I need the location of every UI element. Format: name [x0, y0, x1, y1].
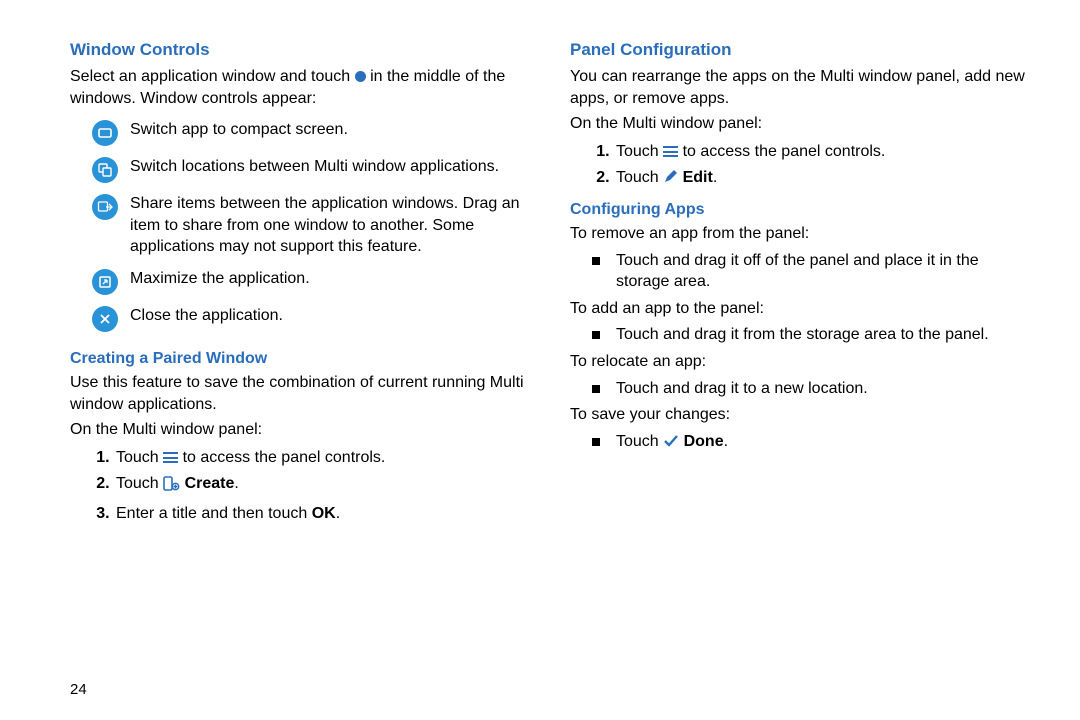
list-item: Maximize the application. [92, 268, 530, 295]
dot-icon [355, 71, 366, 82]
heading-panel-config: Panel Configuration [570, 40, 1030, 60]
list-item: Share items between the application wind… [92, 193, 530, 258]
step-bold: OK [312, 505, 336, 522]
paired-intro: Use this feature to save the combination… [70, 372, 530, 415]
item-text: Maximize the application. [130, 268, 530, 290]
heading-paired-window: Creating a Paired Window [70, 350, 530, 368]
step-text: . [713, 169, 717, 186]
list-item: Touch to access the panel controls. [114, 447, 530, 469]
item-text: Close the application. [130, 305, 530, 327]
step-bold: Edit [683, 169, 713, 186]
remove-lead: To remove an app from the panel: [570, 223, 1030, 245]
window-controls-intro: Select an application window and touch i… [70, 66, 530, 109]
list-item: Enter a title and then touch OK. [114, 503, 530, 525]
save-text: Touch [616, 433, 663, 450]
menu-icon [163, 452, 178, 463]
save-bold: Done [684, 433, 724, 450]
list-item: Touch Create. [114, 473, 530, 498]
check-icon [663, 433, 679, 455]
item-text: Switch locations between Multi window ap… [130, 156, 530, 178]
menu-icon [663, 146, 678, 157]
left-column: Window Controls Select an application wi… [70, 32, 530, 530]
save-lead: To save your changes: [570, 404, 1030, 426]
window-controls-list: Switch app to compact screen. Switch loc… [92, 119, 530, 332]
step-bold: Create [185, 475, 235, 492]
manual-page: Window Controls Select an application wi… [0, 0, 1080, 550]
intro-text-a: Select an application window and touch [70, 68, 355, 85]
config-intro: You can rearrange the apps on the Multi … [570, 66, 1030, 109]
heading-configuring-apps: Configuring Apps [570, 201, 1030, 219]
step-text: to access the panel controls. [678, 143, 885, 160]
list-item: Touch to access the panel controls. [614, 141, 1030, 163]
close-icon [92, 306, 118, 332]
step-text: Touch [616, 169, 663, 186]
relocate-lead: To relocate an app: [570, 351, 1030, 373]
list-item: Touch Done. [614, 431, 1030, 455]
step-text: to access the panel controls. [178, 449, 385, 466]
list-item: Switch locations between Multi window ap… [92, 156, 530, 183]
step-text: Touch [616, 143, 663, 160]
maximize-icon [92, 269, 118, 295]
remove-list: Touch and drag it off of the panel and p… [570, 250, 1030, 293]
pencil-icon [663, 169, 678, 191]
swap-windows-icon [92, 157, 118, 183]
save-list: Touch Done. [570, 431, 1030, 455]
list-item: Touch and drag it off of the panel and p… [614, 250, 1030, 293]
config-steps: Touch to access the panel controls. Touc… [570, 141, 1030, 191]
save-text: . [724, 433, 728, 450]
step-text: Touch [116, 449, 163, 466]
step-text: . [336, 505, 340, 522]
list-item: Touch Edit. [614, 167, 1030, 191]
item-text: Switch app to compact screen. [130, 119, 530, 141]
relocate-list: Touch and drag it to a new location. [570, 378, 1030, 400]
config-on: On the Multi window panel: [570, 113, 1030, 135]
step-text: Enter a title and then touch [116, 505, 312, 522]
list-item: Switch app to compact screen. [92, 119, 530, 146]
step-text: . [234, 475, 238, 492]
heading-window-controls: Window Controls [70, 40, 530, 60]
item-text: Share items between the application wind… [130, 193, 530, 258]
add-list: Touch and drag it from the storage area … [570, 324, 1030, 346]
compact-screen-icon [92, 120, 118, 146]
step-text: Touch [116, 475, 163, 492]
list-item: Close the application. [92, 305, 530, 332]
share-drag-icon [92, 194, 118, 220]
create-icon [163, 476, 180, 498]
add-lead: To add an app to the panel: [570, 298, 1030, 320]
paired-on: On the Multi window panel: [70, 419, 530, 441]
list-item: Touch and drag it from the storage area … [614, 324, 1030, 346]
list-item: Touch and drag it to a new location. [614, 378, 1030, 400]
page-number: 24 [70, 681, 87, 698]
right-column: Panel Configuration You can rearrange th… [570, 32, 1030, 530]
paired-steps: Touch to access the panel controls. Touc… [70, 447, 530, 525]
